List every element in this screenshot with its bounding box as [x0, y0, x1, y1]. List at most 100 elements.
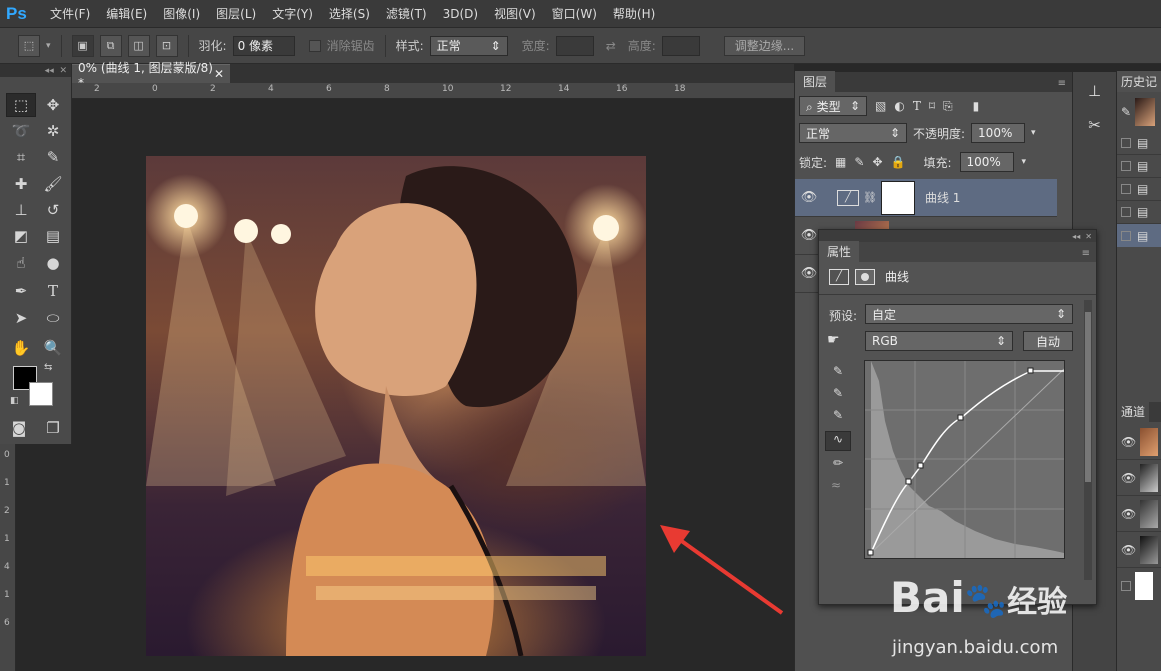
link-icon[interactable]: ⛓ — [863, 191, 877, 204]
lock-position-icon[interactable]: ✥ — [872, 155, 882, 169]
curve-pencil-icon[interactable]: ✏ — [833, 456, 843, 470]
swap-icon[interactable]: ⇄ — [606, 39, 616, 53]
collapse-icon[interactable]: ◂◂ — [1072, 232, 1080, 241]
channel-row[interactable]: 👁 — [1117, 424, 1161, 460]
tab-properties[interactable]: 属性 — [819, 241, 860, 262]
smooth-curve-icon[interactable]: ≈ — [831, 478, 841, 492]
layer-row-curves[interactable]: 👁 ╱ ⛓ 曲线 1 — [795, 179, 1057, 217]
mask-icon[interactable] — [855, 268, 875, 285]
menu-item[interactable]: 3D(D) — [435, 0, 486, 28]
channel-row[interactable]: 👁 — [1117, 460, 1161, 496]
menu-item[interactable]: 图像(I) — [155, 0, 208, 28]
curve-edit-points-icon[interactable]: ∿ — [825, 431, 851, 451]
lock-all-icon[interactable]: 🔒 — [891, 155, 906, 169]
history-brush-tool-icon[interactable]: ↺ — [38, 198, 68, 222]
chevron-down-icon[interactable]: ▾ — [46, 41, 51, 51]
document-tab[interactable]: 0% (曲线 1, 图层蒙版/8) * ✕ — [72, 61, 230, 90]
menu-item[interactable]: 帮助(H) — [605, 0, 663, 28]
curves-histogram[interactable] — [865, 361, 1065, 558]
scrollbar-thumb[interactable] — [1085, 312, 1091, 482]
menu-item[interactable]: 窗口(W) — [544, 0, 605, 28]
smudge-tool-icon[interactable]: ☝ — [6, 251, 36, 275]
dodge-tool-icon[interactable]: ● — [38, 251, 68, 275]
zoom-tool-icon[interactable]: 🔍 — [38, 336, 68, 360]
filter-type-icon[interactable]: T — [913, 99, 921, 113]
rect-marquee-tool-icon[interactable]: ⬚ — [6, 93, 36, 117]
blend-mode-select[interactable]: 正常 ⇕ — [799, 123, 907, 143]
close-icon[interactable]: ✕ — [59, 66, 67, 76]
chevron-down-icon[interactable]: ▾ — [1022, 157, 1027, 167]
filter-toggle-icon[interactable]: ▮ — [973, 99, 980, 113]
gradient-tool-icon[interactable]: ▤ — [38, 224, 68, 248]
add-selection-icon[interactable]: ⧉ — [99, 34, 122, 57]
style-select[interactable]: 正常 ⇕ — [429, 35, 508, 56]
refine-edge-button[interactable]: 调整边缘... — [723, 35, 806, 56]
antialias-checkbox[interactable] — [308, 39, 321, 52]
filter-smart-icon[interactable]: ⎘ — [943, 99, 953, 114]
ellipse-tool-icon[interactable]: ⬭ — [38, 306, 68, 330]
path-select-tool-icon[interactable]: ➤ — [6, 306, 36, 330]
properties-scrollbar[interactable] — [1084, 300, 1092, 580]
crop-tool-icon[interactable]: ⌗ — [6, 145, 36, 169]
lock-transparent-icon[interactable]: ▦ — [835, 155, 846, 169]
menu-item[interactable]: 文件(F) — [42, 0, 98, 28]
width-input[interactable] — [555, 35, 594, 56]
lock-pixels-icon[interactable]: ✎ — [854, 155, 864, 169]
history-snapshot[interactable]: ✎ — [1121, 96, 1161, 128]
marquee-preset-icon[interactable]: ⬚ — [18, 34, 40, 57]
menu-item[interactable]: 选择(S) — [321, 0, 378, 28]
magic-wand-tool-icon[interactable]: ✲ — [38, 119, 68, 143]
white-point-eyedropper-icon[interactable]: ✎ — [833, 408, 843, 422]
history-step[interactable]: ▤ — [1117, 132, 1161, 155]
channel-select[interactable]: RGB ⇕ — [865, 331, 1013, 351]
chevron-down-icon[interactable]: ▾ — [1031, 128, 1036, 138]
pen-tool-icon[interactable]: ✒ — [6, 279, 36, 303]
document-artwork[interactable] — [146, 156, 646, 656]
collapse-icon[interactable]: ◂◂ — [45, 66, 54, 76]
menu-item[interactable]: 图层(L) — [208, 0, 264, 28]
history-step[interactable]: ▤ — [1117, 178, 1161, 201]
close-icon[interactable]: ✕ — [1085, 232, 1092, 241]
type-tool-icon[interactable]: T — [38, 279, 68, 303]
black-point-eyedropper-icon[interactable]: ✎ — [833, 364, 843, 378]
panel-menu-icon[interactable]: ≡ — [1082, 248, 1090, 262]
menu-item[interactable]: 滤镜(T) — [378, 0, 435, 28]
eyedropper-tool-icon[interactable]: ✎ — [38, 145, 68, 169]
brush-tool-icon[interactable]: 🖌 — [38, 172, 68, 196]
layer-mask-thumbnail[interactable] — [880, 180, 915, 215]
filter-shape-icon[interactable]: ⌑ — [929, 99, 935, 113]
new-selection-icon[interactable]: ▣ — [71, 34, 94, 57]
menu-item[interactable]: 视图(V) — [486, 0, 544, 28]
panel-menu-icon[interactable]: ≡ — [1058, 78, 1066, 89]
history-step[interactable]: ▤ — [1117, 201, 1161, 224]
move-tool-icon[interactable]: ✥ — [38, 93, 68, 117]
swap-colors-icon[interactable]: ⇆ — [44, 362, 52, 373]
intersect-selection-icon[interactable]: ⊡ — [155, 34, 178, 57]
background-color-swatch[interactable] — [29, 382, 53, 406]
filter-adjust-icon[interactable]: ◐ — [894, 99, 904, 113]
screen-mode-icon[interactable]: ❐ — [38, 416, 68, 440]
layer-kind-select[interactable]: ⌕ 类型 ⇕ — [799, 96, 867, 116]
close-tab-icon[interactable]: ✕ — [214, 67, 224, 81]
tools-panel-icon[interactable]: ✂ — [1083, 116, 1107, 140]
preset-select[interactable]: 自定 ⇕ — [865, 304, 1073, 324]
history-step-current[interactable]: ▤ — [1117, 224, 1161, 247]
height-input[interactable] — [661, 35, 700, 56]
lasso-tool-icon[interactable]: ➰ — [6, 119, 36, 143]
visibility-eye-icon[interactable]: 👁 — [1121, 471, 1136, 485]
visibility-eye-icon[interactable]: 👁 — [1121, 507, 1136, 521]
menu-item[interactable]: 编辑(E) — [98, 0, 155, 28]
fill-input[interactable]: 100% — [959, 152, 1014, 172]
eraser-tool-icon[interactable]: ◩ — [6, 224, 36, 248]
channel-row[interactable]: 👁 — [1117, 496, 1161, 532]
tab-channels[interactable]: 通道 — [1117, 401, 1150, 422]
curves-graph[interactable] — [864, 360, 1065, 559]
feather-input[interactable] — [232, 35, 295, 56]
visibility-eye-icon[interactable]: 👁 — [1121, 435, 1136, 449]
quick-mask-icon[interactable]: ◙ — [4, 416, 34, 440]
gray-point-eyedropper-icon[interactable]: ✎ — [833, 386, 843, 400]
curves-adjustment-icon[interactable]: ╱ — [829, 268, 849, 285]
stamp-panel-icon[interactable]: ⊥ — [1083, 82, 1107, 106]
subtract-selection-icon[interactable]: ◫ — [127, 34, 150, 57]
opacity-input[interactable]: 100% — [971, 123, 1026, 143]
